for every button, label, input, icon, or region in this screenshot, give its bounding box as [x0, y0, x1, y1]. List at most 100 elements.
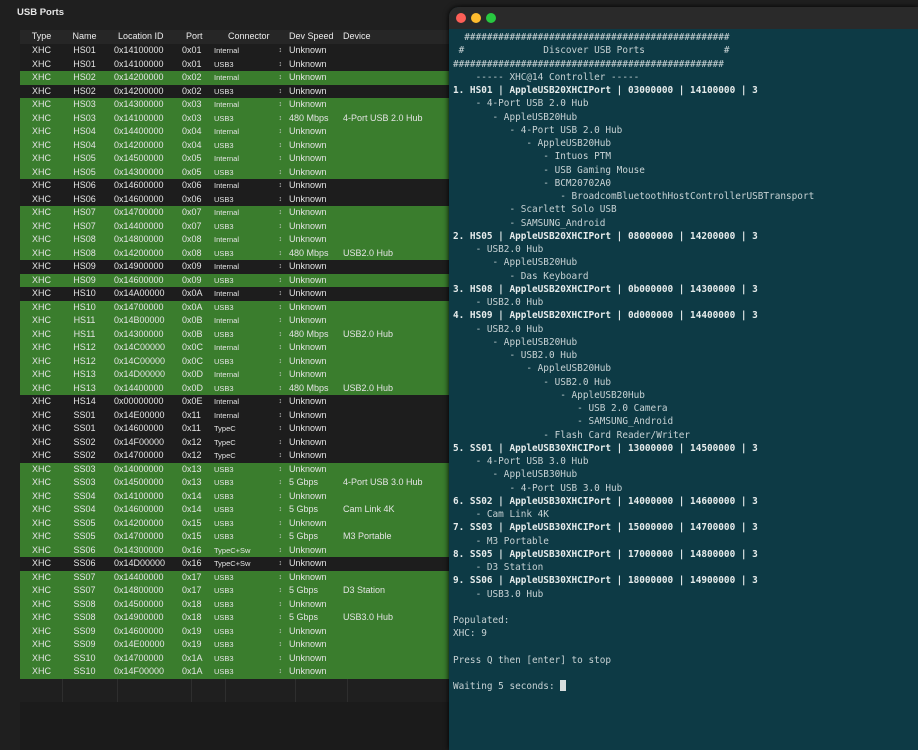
table-row[interactable]: XHC HS10 0x14700000 0x0A USB3 ↕ Unknown: [20, 300, 450, 315]
cell-connector[interactable]: USB3 ↕: [214, 193, 286, 207]
stepper-icon[interactable]: ↕: [279, 436, 283, 450]
cell-connector[interactable]: USB3 ↕: [214, 301, 286, 315]
stepper-icon[interactable]: ↕: [279, 152, 283, 166]
table-row[interactable]: XHC SS02 0x14700000 0x12 TypeC ↕ Unknown: [20, 449, 450, 463]
table-row[interactable]: XHC HS01 0x14100000 0x01 USB3 ↕ Unknown: [20, 57, 450, 71]
cell-connector[interactable]: USB3 ↕: [214, 530, 286, 544]
stepper-icon[interactable]: ↕: [279, 341, 283, 355]
table-row[interactable]: XHC HS13 0x14D00000 0x0D Internal ↕ Unknown: [20, 368, 450, 382]
stepper-icon[interactable]: ↕: [279, 530, 283, 544]
cell-connector[interactable]: TypeC+Sw ↕: [214, 544, 286, 558]
table-row[interactable]: XHC HS06 0x14600000 0x06 Internal ↕ Unknown: [20, 179, 450, 193]
table-row[interactable]: XHC HS02 0x14200000 0x02 Internal ↕ Unknown: [20, 71, 450, 85]
stepper-icon[interactable]: ↕: [279, 476, 283, 490]
terminal-window[interactable]: ########################################…: [449, 7, 918, 750]
table-row[interactable]: XHC HS07 0x14700000 0x07 Internal ↕ Unknown: [20, 206, 450, 220]
stepper-icon[interactable]: ↕: [279, 638, 283, 652]
cell-connector[interactable]: TypeC+Sw ↕: [214, 557, 286, 571]
header-type[interactable]: Type: [20, 30, 63, 44]
cell-connector[interactable]: USB3 ↕: [214, 476, 286, 490]
table-row[interactable]: XHC HS05 0x14500000 0x05 Internal ↕ Unknown: [20, 152, 450, 166]
table-row[interactable]: XHC SS05 0x14700000 0x15 USB3 ↕ 5 Gbps M3 Porta…: [20, 530, 450, 544]
stepper-icon[interactable]: ↕: [279, 395, 283, 409]
stepper-icon[interactable]: ↕: [279, 71, 283, 85]
cell-connector[interactable]: USB3 ↕: [214, 571, 286, 585]
table-row[interactable]: XHC SS10 0x14700000 0x1A USB3 ↕ Unknown: [20, 651, 450, 665]
cell-connector[interactable]: USB3 ↕: [214, 598, 286, 612]
table-row[interactable]: XHC HS12 0x14C00000 0x0C USB3 ↕ Unknown: [20, 354, 450, 369]
cell-connector[interactable]: USB3 ↕: [214, 382, 286, 396]
table-row[interactable]: XHC HS01 0x14100000 0x01 Internal ↕ Unknown: [20, 44, 450, 58]
stepper-icon[interactable]: ↕: [279, 517, 283, 531]
cell-connector[interactable]: USB3 ↕: [214, 328, 286, 342]
cell-connector[interactable]: Internal ↕: [214, 233, 286, 247]
cell-connector[interactable]: Internal ↕: [214, 341, 286, 355]
cell-connector[interactable]: Internal ↕: [214, 409, 286, 423]
table-row[interactable]: XHC HS09 0x14900000 0x09 Internal ↕ Unknown: [20, 260, 450, 274]
stepper-icon[interactable]: ↕: [279, 368, 283, 382]
table-row[interactable]: XHC SS03 0x14000000 0x13 USB3 ↕ Unknown: [20, 462, 450, 477]
stepper-icon[interactable]: ↕: [279, 98, 283, 112]
table-row[interactable]: XHC HS10 0x14A00000 0x0A Internal ↕ Unknown: [20, 287, 450, 301]
stepper-icon[interactable]: ↕: [279, 112, 283, 126]
table-row[interactable]: XHC SS02 0x14F00000 0x12 TypeC ↕ Unknown: [20, 435, 450, 450]
stepper-icon[interactable]: ↕: [279, 463, 283, 477]
stepper-icon[interactable]: ↕: [279, 44, 283, 58]
cell-connector[interactable]: Internal ↕: [214, 314, 286, 328]
table-row[interactable]: XHC SS01 0x14600000 0x11 TypeC ↕ Unknown: [20, 422, 450, 436]
header-connector[interactable]: Connector: [214, 30, 286, 44]
cell-connector[interactable]: TypeC ↕: [214, 422, 286, 436]
cell-connector[interactable]: USB3 ↕: [214, 463, 286, 477]
cell-connector[interactable]: USB3 ↕: [214, 517, 286, 531]
table-row[interactable]: XHC HS02 0x14200000 0x02 USB3 ↕ Unknown: [20, 84, 450, 99]
table-row[interactable]: XHC SS04 0x14600000 0x14 USB3 ↕ 5 Gbps Cam Link…: [20, 503, 450, 517]
stepper-icon[interactable]: ↕: [279, 220, 283, 234]
cell-connector[interactable]: TypeC ↕: [214, 449, 286, 463]
stepper-icon[interactable]: ↕: [279, 85, 283, 99]
table-row[interactable]: XHC HS05 0x14300000 0x05 USB3 ↕ Unknown: [20, 165, 450, 179]
cell-connector[interactable]: USB3 ↕: [214, 247, 286, 261]
stepper-icon[interactable]: ↕: [279, 260, 283, 274]
stepper-icon[interactable]: ↕: [279, 503, 283, 517]
stepper-icon[interactable]: ↕: [279, 422, 283, 436]
table-row[interactable]: XHC SS08 0x14500000 0x18 USB3 ↕ Unknown: [20, 597, 450, 612]
stepper-icon[interactable]: ↕: [279, 301, 283, 315]
table-row[interactable]: XHC HS04 0x14400000 0x04 Internal ↕ Unknown: [20, 125, 450, 139]
stepper-icon[interactable]: ↕: [279, 206, 283, 220]
stepper-icon[interactable]: ↕: [279, 193, 283, 207]
stepper-icon[interactable]: ↕: [279, 611, 283, 625]
cell-connector[interactable]: USB3 ↕: [214, 139, 286, 153]
table-row[interactable]: XHC SS08 0x14900000 0x18 USB3 ↕ 5 Gbps USB3.0 H…: [20, 611, 450, 625]
table-row[interactable]: XHC SS01 0x14E00000 0x11 Internal ↕ Unknown: [20, 408, 450, 423]
cell-connector[interactable]: Internal ↕: [214, 260, 286, 274]
header-name[interactable]: Name: [63, 30, 106, 44]
table-row[interactable]: XHC HS12 0x14C00000 0x0C Internal ↕ Unknown: [20, 341, 450, 355]
cell-connector[interactable]: USB3 ↕: [214, 625, 286, 639]
table-row[interactable]: XHC HS11 0x14B00000 0x0B Internal ↕ Unknown: [20, 314, 450, 328]
cell-connector[interactable]: TypeC ↕: [214, 436, 286, 450]
cell-connector[interactable]: Internal ↕: [214, 287, 286, 301]
cell-connector[interactable]: USB3 ↕: [214, 503, 286, 517]
header-port[interactable]: Port: [180, 30, 214, 44]
cell-connector[interactable]: USB3 ↕: [214, 355, 286, 369]
table-row[interactable]: XHC SS07 0x14400000 0x17 USB3 ↕ Unknown: [20, 570, 450, 585]
table-row[interactable]: XHC HS13 0x14400000 0x0D USB3 ↕ 480 Mbps USB2.0…: [20, 381, 450, 396]
terminal-output[interactable]: ########################################…: [449, 29, 918, 694]
stepper-icon[interactable]: ↕: [279, 382, 283, 396]
cell-connector[interactable]: Internal ↕: [214, 125, 286, 139]
cell-connector[interactable]: USB3 ↕: [214, 584, 286, 598]
stepper-icon[interactable]: ↕: [279, 544, 283, 558]
stepper-icon[interactable]: ↕: [279, 274, 283, 288]
cell-connector[interactable]: Internal ↕: [214, 71, 286, 85]
stepper-icon[interactable]: ↕: [279, 625, 283, 639]
header-location-id[interactable]: Location ID: [106, 30, 180, 44]
cell-connector[interactable]: USB3 ↕: [214, 220, 286, 234]
cell-connector[interactable]: Internal ↕: [214, 395, 286, 409]
stepper-icon[interactable]: ↕: [279, 584, 283, 598]
terminal-titlebar[interactable]: [449, 7, 918, 29]
cell-connector[interactable]: Internal ↕: [214, 179, 286, 193]
stepper-icon[interactable]: ↕: [279, 449, 283, 463]
table-row[interactable]: XHC SS09 0x14600000 0x19 USB3 ↕ Unknown: [20, 624, 450, 639]
cell-connector[interactable]: Internal ↕: [214, 368, 286, 382]
table-row[interactable]: XHC SS09 0x14E00000 0x19 USB3 ↕ Unknown: [20, 638, 450, 652]
